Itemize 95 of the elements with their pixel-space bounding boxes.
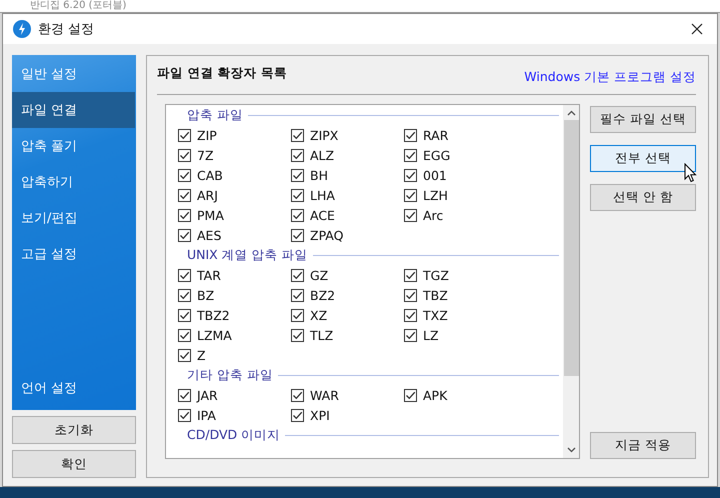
- extension-checkbox[interactable]: ZIP: [178, 125, 291, 145]
- checkbox[interactable]: [178, 208, 191, 222]
- checkbox[interactable]: [291, 188, 304, 202]
- extension-checkbox[interactable]: EGG: [404, 145, 517, 165]
- panel-heading: 파일 연결 확장자 목록: [157, 65, 288, 82]
- checkbox[interactable]: [178, 408, 191, 422]
- group-title: UNIX 계열 압축 파일: [187, 246, 308, 264]
- extension-checkbox[interactable]: TBZ: [404, 285, 517, 305]
- extension-checkbox[interactable]: LHA: [291, 185, 404, 205]
- checkbox[interactable]: [404, 288, 417, 302]
- checkbox[interactable]: [178, 288, 191, 302]
- group-title: 기타 압축 파일: [187, 366, 273, 384]
- scroll-down-icon[interactable]: [566, 447, 576, 453]
- extension-checkbox[interactable]: Arc: [404, 205, 517, 225]
- sidebar-item[interactable]: 보기/편집: [12, 200, 136, 236]
- footer-button[interactable]: 확인: [12, 450, 136, 478]
- checkbox[interactable]: [404, 268, 417, 282]
- checkbox[interactable]: [178, 268, 191, 282]
- default-programs-link[interactable]: Windows 기본 프로그램 설정: [524, 69, 696, 86]
- checkbox[interactable]: [178, 228, 191, 242]
- extension-checkbox[interactable]: ARJ: [178, 185, 291, 205]
- extension-checkbox[interactable]: AES: [178, 225, 291, 245]
- extension-checkbox[interactable]: GZ: [291, 265, 404, 285]
- extension-checkbox[interactable]: LZ: [404, 325, 517, 345]
- select-button[interactable]: 선택 안 함: [590, 184, 696, 211]
- scroll-up-icon[interactable]: [566, 110, 576, 116]
- apply-button[interactable]: 지금 적용: [590, 432, 696, 459]
- checkbox[interactable]: [178, 328, 191, 342]
- extension-checkbox[interactable]: TXZ: [404, 305, 517, 325]
- extension-checkbox[interactable]: XPI: [291, 405, 404, 425]
- extension-checkbox[interactable]: WAR: [291, 385, 404, 405]
- checkbox[interactable]: [178, 168, 191, 182]
- extension-checkbox[interactable]: ZIPX: [291, 125, 404, 145]
- extension-checkbox[interactable]: TBZ2: [178, 305, 291, 325]
- checkbox[interactable]: [178, 308, 191, 322]
- sidebar-item[interactable]: 고급 설정: [12, 236, 136, 272]
- checkbox[interactable]: [291, 128, 304, 142]
- checkbox[interactable]: [291, 308, 304, 322]
- checkbox[interactable]: [291, 288, 304, 302]
- extension-checkbox[interactable]: CAB: [178, 165, 291, 185]
- group-title: CD/DVD 이미지: [187, 426, 280, 444]
- checkbox[interactable]: [291, 148, 304, 162]
- sidebar-item[interactable]: 압축하기: [12, 164, 136, 200]
- checkbox[interactable]: [291, 208, 304, 222]
- mouse-pointer-icon: [684, 163, 697, 183]
- checkbox[interactable]: [404, 148, 417, 162]
- checkbox[interactable]: [291, 168, 304, 182]
- window-title: 반디집 6.20 (포터블): [30, 0, 126, 12]
- checkbox[interactable]: [178, 188, 191, 202]
- extension-checkbox[interactable]: PMA: [178, 205, 291, 225]
- extension-checkbox[interactable]: ALZ: [291, 145, 404, 165]
- extension-checkbox[interactable]: LZMA: [178, 325, 291, 345]
- select-button[interactable]: 필수 파일 선택: [590, 106, 696, 133]
- checkbox[interactable]: [404, 388, 417, 402]
- extension-checkbox[interactable]: 7Z: [178, 145, 291, 165]
- scrollbar-thumb[interactable]: [564, 120, 578, 376]
- checkbox[interactable]: [291, 228, 304, 242]
- checkbox[interactable]: [178, 148, 191, 162]
- extension-checkbox[interactable]: ACE: [291, 205, 404, 225]
- extension-checkbox[interactable]: Z: [178, 345, 291, 365]
- extension-checkbox[interactable]: LZH: [404, 185, 517, 205]
- extension-checkbox[interactable]: RAR: [404, 125, 517, 145]
- extension-checkbox[interactable]: TAR: [178, 265, 291, 285]
- checkbox[interactable]: [291, 268, 304, 282]
- extension-checkbox[interactable]: TGZ: [404, 265, 517, 285]
- close-icon: [691, 23, 703, 35]
- checkbox[interactable]: [404, 308, 417, 322]
- extension-checkbox[interactable]: APK: [404, 385, 517, 405]
- extension-checkbox[interactable]: BH: [291, 165, 404, 185]
- checkbox[interactable]: [178, 388, 191, 402]
- checkbox[interactable]: [178, 128, 191, 142]
- checkbox[interactable]: [404, 168, 417, 182]
- extension-checkbox[interactable]: ZPAQ: [291, 225, 404, 245]
- extension-checkbox[interactable]: BZ: [178, 285, 291, 305]
- checkbox[interactable]: [178, 348, 191, 362]
- checkbox[interactable]: [291, 388, 304, 402]
- app-icon: [13, 20, 31, 38]
- footer-button[interactable]: 초기화: [12, 416, 136, 444]
- extension-checkbox[interactable]: JAR: [178, 385, 291, 405]
- extension-checkbox[interactable]: BZ2: [291, 285, 404, 305]
- sidebar-item[interactable]: 파일 연결: [12, 92, 135, 128]
- sidebar-item[interactable]: 압축 풀기: [12, 128, 136, 164]
- dialog-title: 환경 설정: [38, 21, 96, 38]
- sidebar-item[interactable]: 언어 설정: [12, 370, 136, 406]
- checkbox[interactable]: [404, 208, 417, 222]
- extension-checkbox[interactable]: 001: [404, 165, 517, 185]
- group-title: 압축 파일: [187, 106, 243, 124]
- checkbox[interactable]: [404, 128, 417, 142]
- extension-checkbox[interactable]: TLZ: [291, 325, 404, 345]
- extension-checkbox[interactable]: XZ: [291, 305, 404, 325]
- checkbox[interactable]: [291, 328, 304, 342]
- checkbox[interactable]: [404, 188, 417, 202]
- checkbox[interactable]: [404, 328, 417, 342]
- checkbox[interactable]: [291, 408, 304, 422]
- extension-checkbox[interactable]: IPA: [178, 405, 291, 425]
